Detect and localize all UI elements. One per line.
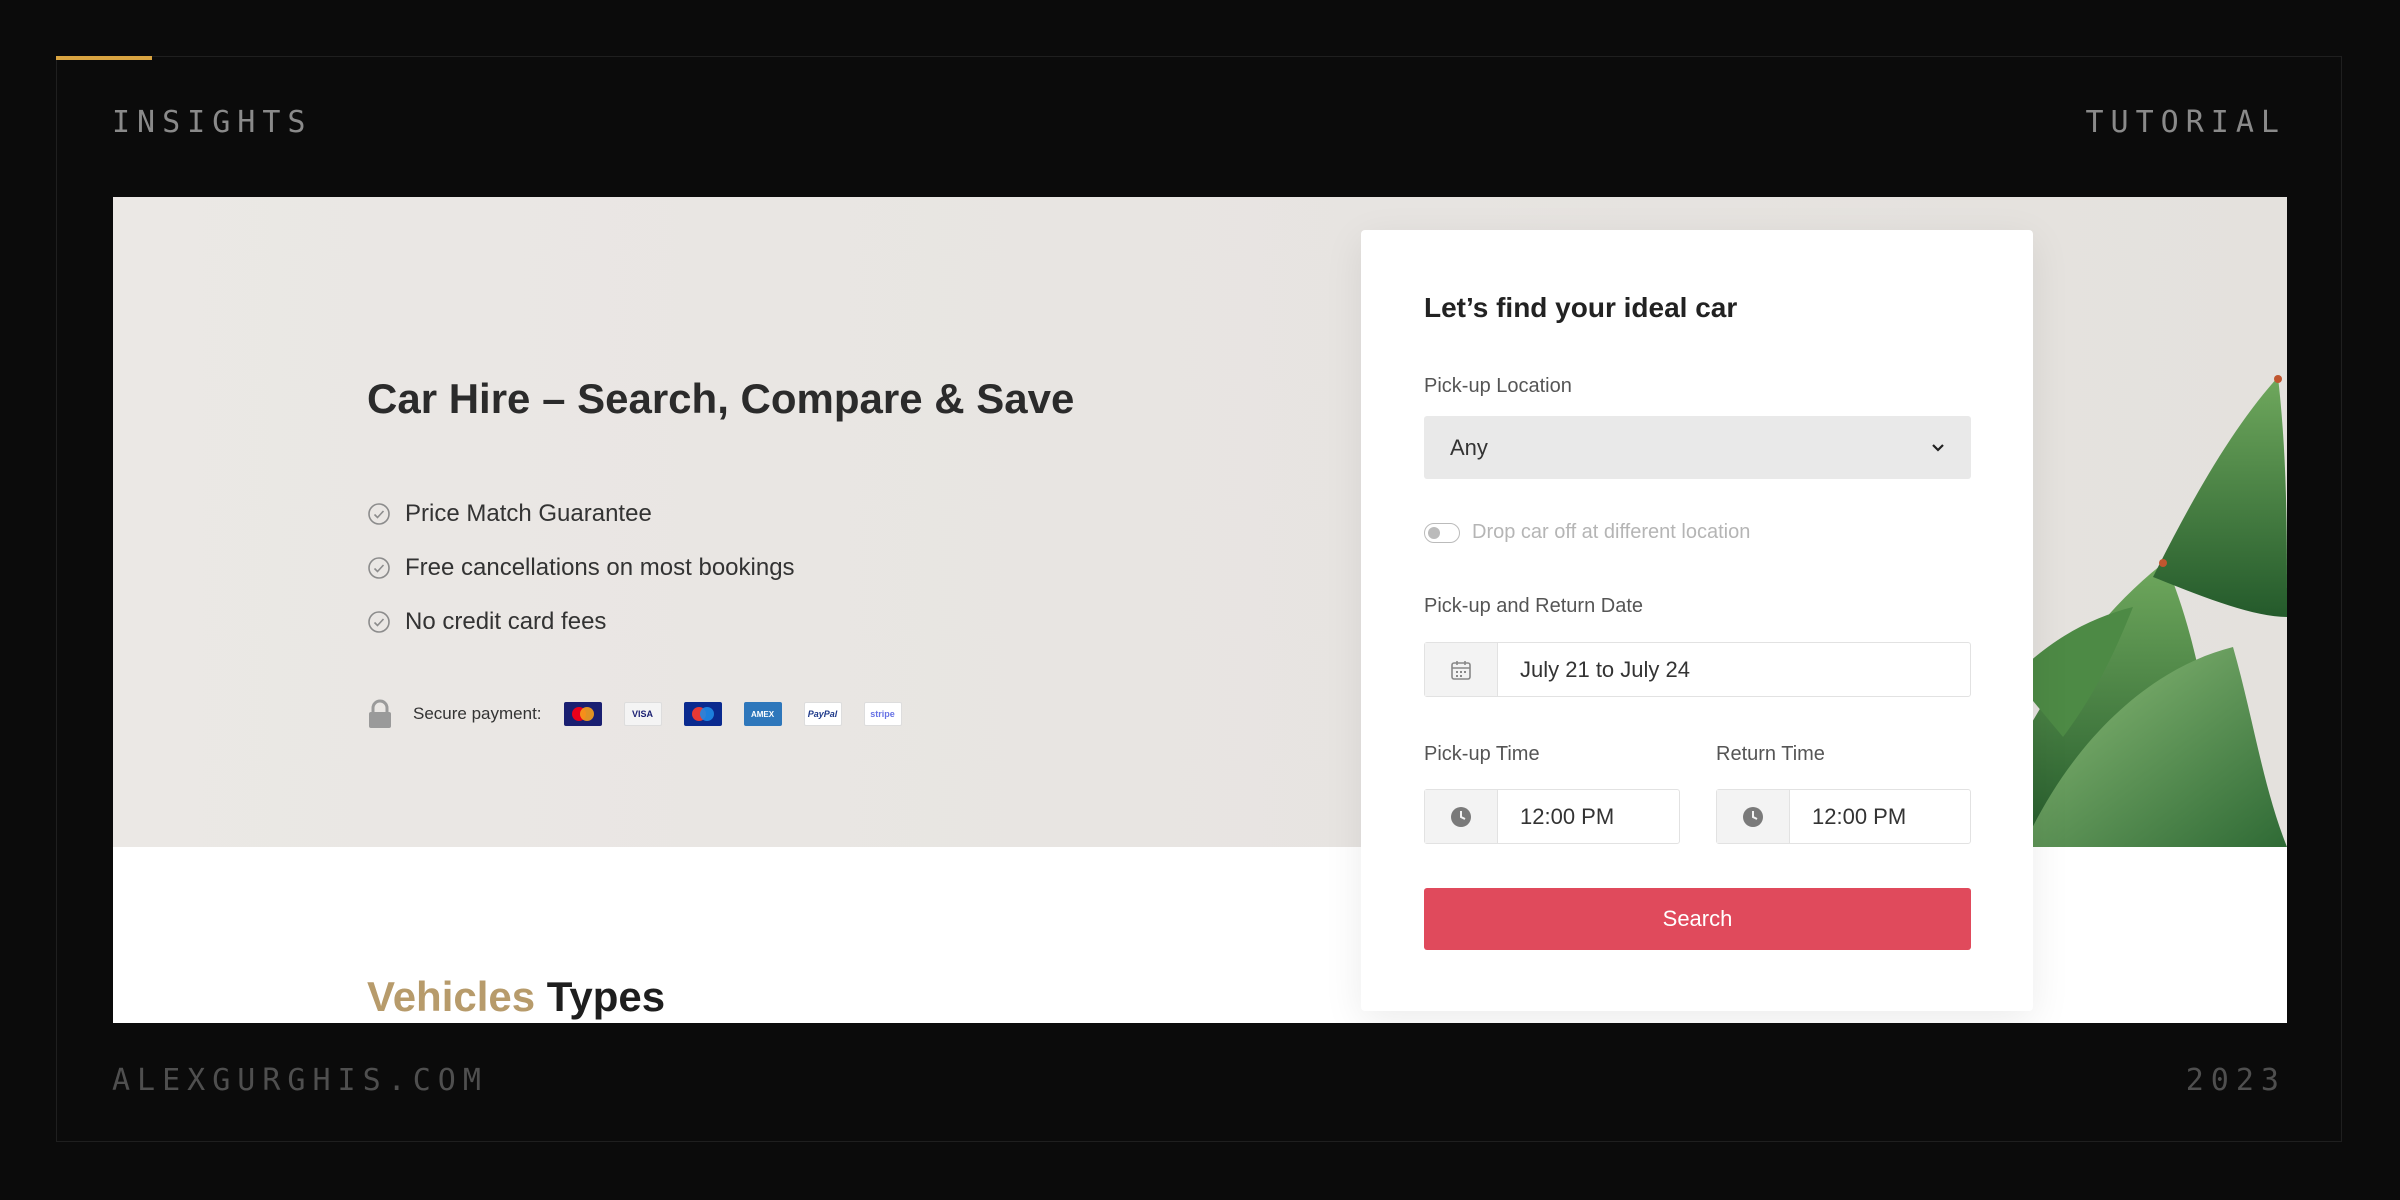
feature-item: Price Match Guarantee (367, 487, 795, 541)
date-range-value: July 21 to July 24 (1520, 656, 1690, 682)
clock-icon (1743, 806, 1763, 827)
frame-accent-bar (56, 56, 152, 60)
vehicles-types-heading: Vehicles Types (367, 973, 665, 1021)
feature-item: Free cancellations on most bookings (367, 541, 795, 595)
feature-list: Price Match Guarantee Free cancellations… (367, 487, 795, 649)
label-tutorial: TUTORIAL (2085, 105, 2286, 140)
dropoff-toggle[interactable] (1424, 522, 1460, 543)
check-circle-icon (368, 503, 390, 525)
heading-highlight: Vehicles (367, 973, 536, 1020)
lock-icon (369, 699, 391, 728)
pickup-time-addon (1425, 790, 1498, 843)
pickup-time-input[interactable]: 12:00 PM (1424, 789, 1680, 844)
clock-icon (1451, 806, 1471, 827)
calendar-icon (1451, 660, 1471, 680)
feature-text: No credit card fees (405, 608, 607, 635)
date-addon (1425, 643, 1498, 696)
check-circle-icon (368, 611, 390, 633)
website-screenshot: Car Hire – Search, Compare & Save Price … (113, 197, 2287, 1023)
pickup-time-value: 12:00 PM (1520, 803, 1615, 829)
paypal-logo: PayPal (803, 702, 842, 726)
return-time-value: 12:00 PM (1812, 803, 1907, 829)
feature-text: Free cancellations on most bookings (405, 554, 795, 581)
pickup-location-select[interactable]: Any (1424, 416, 1971, 479)
dropoff-toggle-label: Drop car off at different location (1472, 521, 1751, 543)
date-range-input[interactable]: July 21 to July 24 (1424, 642, 1971, 697)
secure-payment-row: Secure payment: VISA AMEX PayPal stripe (367, 699, 924, 729)
pickup-time-label: Pick-up Time (1424, 743, 1540, 765)
chevron-down-icon (1932, 443, 1944, 452)
visa-logo: VISA (623, 702, 662, 726)
stripe-logo: stripe (863, 702, 902, 726)
heading-rest: Types (546, 973, 666, 1020)
car-search-form: Let’s find your ideal car Pick-up Locati… (1361, 230, 2033, 1011)
mastercard-logo (563, 702, 602, 726)
label-website: ALEXGURGHIS.COM (112, 1063, 488, 1098)
return-time-addon (1717, 790, 1790, 843)
pickup-location-label: Pick-up Location (1424, 375, 1572, 397)
maestro-logo (683, 702, 722, 726)
pickup-location-value: Any (1450, 434, 1488, 460)
return-time-input[interactable]: 12:00 PM (1716, 789, 1971, 844)
dropoff-toggle-row: Drop car off at different location (1424, 521, 1750, 544)
dates-label: Pick-up and Return Date (1424, 595, 1644, 617)
amex-logo: AMEX (743, 702, 782, 726)
form-title: Let’s find your ideal car (1424, 292, 1738, 323)
label-insights: INSIGHTS (112, 105, 313, 140)
feature-text: Price Match Guarantee (405, 500, 652, 527)
feature-item: No credit card fees (367, 595, 795, 649)
check-circle-icon (368, 557, 390, 579)
hero-title: Car Hire – Search, Compare & Save (367, 375, 1075, 422)
search-button[interactable]: Search (1424, 888, 1971, 950)
secure-payment-label: Secure payment: (413, 704, 542, 723)
return-time-label: Return Time (1716, 743, 1825, 765)
label-year: 2023 (2185, 1063, 2286, 1098)
